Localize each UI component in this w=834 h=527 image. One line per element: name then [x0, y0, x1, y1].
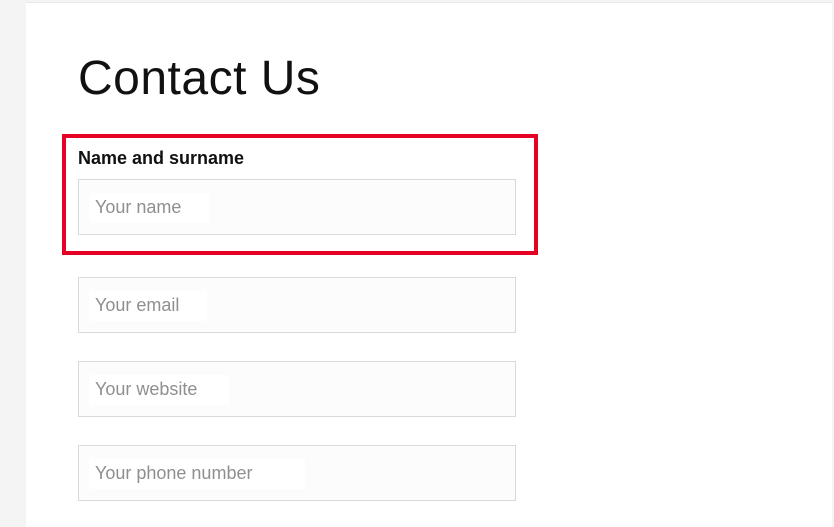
website-input[interactable]: [79, 362, 515, 416]
email-field-group: [78, 277, 538, 333]
phone-input-shell: [78, 445, 516, 501]
name-field-group: Name and surname: [62, 134, 538, 255]
name-input-shell: [78, 179, 516, 235]
website-input-shell: [78, 361, 516, 417]
name-label: Name and surname: [78, 148, 522, 169]
phone-input[interactable]: [79, 446, 515, 500]
email-input-shell: [78, 277, 516, 333]
name-input[interactable]: [79, 180, 515, 234]
email-input[interactable]: [79, 278, 515, 332]
page-title: Contact Us: [78, 51, 780, 106]
website-field-group: [78, 361, 538, 417]
phone-field-group: [78, 445, 538, 501]
contact-card: Contact Us Name and surname: [26, 2, 832, 527]
